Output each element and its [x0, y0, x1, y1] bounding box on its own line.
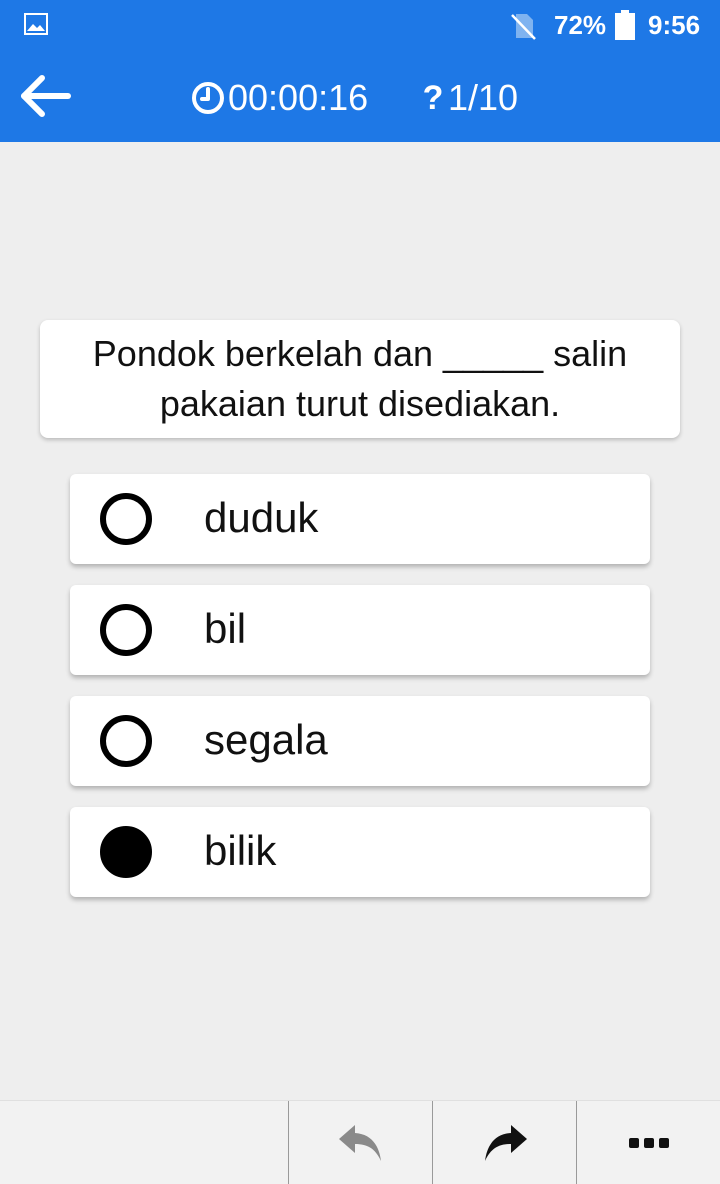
status-bar: 72% 9:56 [0, 0, 720, 50]
undo-button[interactable] [289, 1101, 432, 1184]
quiz-screen: 72% 9:56 00:00:16 ? 1/10 Pondok berkelah… [0, 0, 720, 1184]
no-sim-icon [511, 14, 536, 40]
redo-button[interactable] [433, 1101, 576, 1184]
option-label: segala [204, 716, 328, 763]
status-time: 9:56 [648, 10, 701, 40]
radio-button[interactable] [100, 604, 152, 656]
timer-value: 00:00:16 [228, 77, 369, 118]
radio-button[interactable] [100, 715, 152, 767]
back-arrow-icon[interactable] [14, 68, 74, 124]
option-label: bilik [204, 827, 277, 874]
undo-icon [338, 1125, 381, 1161]
progress-value: 1/10 [448, 77, 519, 118]
image-icon [24, 13, 48, 35]
bottom-toolbar [0, 1100, 720, 1184]
option-label: duduk [204, 494, 319, 541]
app-bar: 00:00:16 ? 1/10 [0, 50, 720, 142]
battery-icon [615, 10, 635, 40]
answer-option[interactable]: bilik [70, 807, 650, 897]
question-card: Pondok berkelah dan _____ salin pakaian … [40, 320, 680, 438]
question-text: Pondok berkelah dan _____ salin pakaian … [92, 333, 628, 424]
answer-option[interactable]: duduk [70, 474, 650, 564]
battery-percentage: 72% [554, 10, 607, 40]
radio-button[interactable] [100, 493, 152, 545]
redo-icon [484, 1125, 527, 1161]
elapsed-timer: 00:00:16 [190, 76, 368, 120]
question-progress: ? 1/10 [420, 76, 518, 120]
clock-icon [192, 82, 224, 114]
option-label: bil [204, 605, 247, 652]
question-mark-icon: ? [422, 78, 444, 117]
more-options-button[interactable] [577, 1101, 720, 1184]
radio-button-selected[interactable] [100, 826, 152, 878]
more-icon [628, 1138, 669, 1148]
answer-option[interactable]: bil [70, 585, 650, 675]
answer-option[interactable]: segala [70, 696, 650, 786]
